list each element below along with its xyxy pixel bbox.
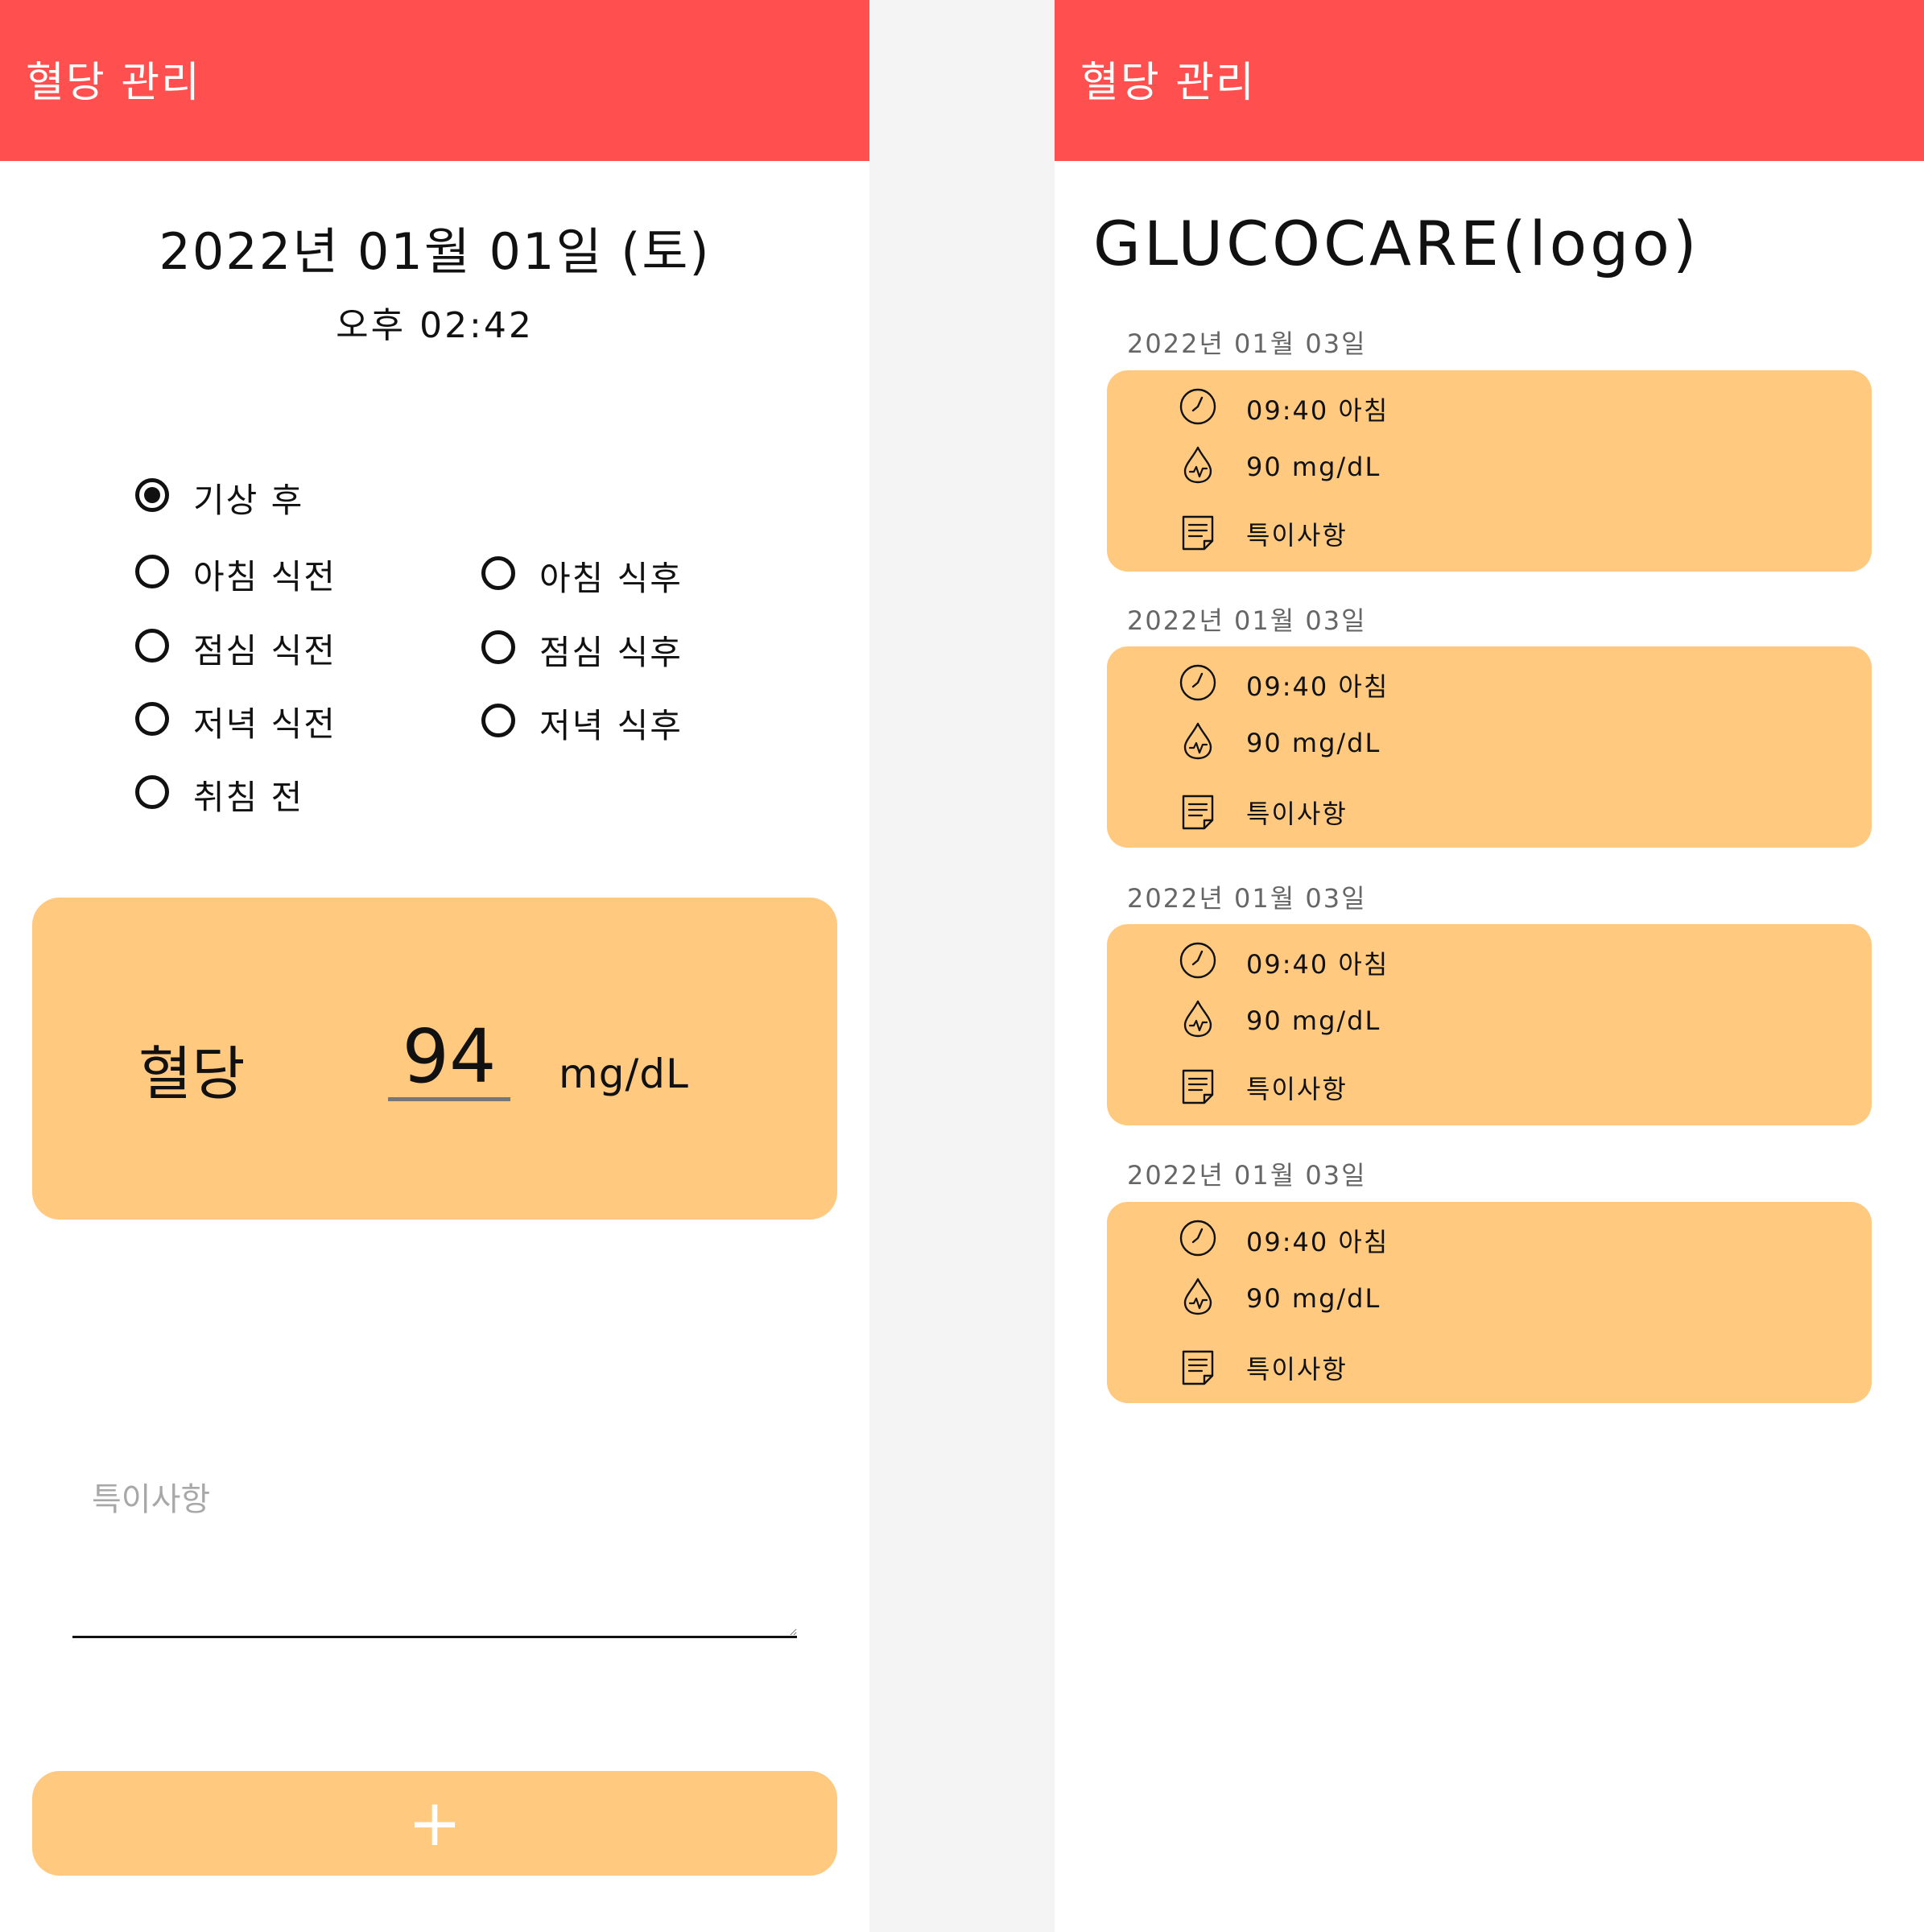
app-bar: 혈당 관리 [0, 0, 869, 161]
memo-icon [1178, 512, 1218, 552]
entry-date: 2022년 01월 03일 [1127, 1160, 1367, 1191]
radio-label: 점심 식후 [539, 633, 683, 672]
blood-drop-icon [1178, 720, 1218, 761]
entry-glucose: 90 mg/dL [1246, 452, 1381, 482]
entry-date: 2022년 01월 03일 [1127, 328, 1367, 359]
entry-date: 2022년 01월 03일 [1127, 883, 1367, 914]
app-bar: 혈당 관리 [1055, 0, 1924, 161]
glucose-value-input[interactable]: 94 [388, 1020, 510, 1101]
date-display: 2022년 01월 01일 (토) [159, 222, 711, 281]
app-logo: GLUCOCARE(logo) [1093, 208, 1700, 279]
entry-glucose: 90 mg/dL [1246, 1283, 1381, 1314]
glucose-card: 혈당 94 mg/dL [32, 898, 837, 1220]
radio-button[interactable] [135, 629, 169, 663]
entry-time: 09:40 아침 [1246, 395, 1389, 426]
radio-label: 저녁 식전 [193, 704, 336, 744]
radio-button[interactable] [135, 478, 169, 512]
entry-card[interactable]: 09:40 아침 90 mg/dL 특이사항 [1107, 924, 1872, 1125]
clock-icon [1178, 663, 1218, 703]
entry-note: 특이사항 [1246, 1354, 1348, 1385]
clock-icon [1178, 1218, 1218, 1258]
entry-card[interactable]: 09:40 아침 90 mg/dL 특이사항 [1107, 646, 1872, 848]
blood-drop-icon [1178, 1276, 1218, 1316]
entry-date: 2022년 01월 03일 [1127, 605, 1367, 636]
memo-icon [1178, 1066, 1218, 1106]
entry-glucose: 90 mg/dL [1246, 728, 1381, 758]
radio-button[interactable] [135, 775, 169, 809]
radio-button[interactable] [481, 556, 515, 590]
entry-time: 09:40 아침 [1246, 1227, 1389, 1257]
clock-icon [1178, 940, 1218, 980]
entry-card[interactable]: 09:40 아침 90 mg/dL 특이사항 [1107, 1202, 1872, 1403]
radio-label: 아침 식후 [539, 559, 683, 598]
radio-label: 아침 식전 [193, 557, 336, 597]
blood-drop-icon [1178, 998, 1218, 1038]
entry-glucose: 90 mg/dL [1246, 1005, 1381, 1036]
clock-icon [1178, 386, 1218, 427]
time-display: 오후 02:42 [336, 305, 534, 346]
input-screen: 혈당 관리 2022년 01월 01일 (토) 오후 02:42 기상 후 아침… [0, 0, 869, 1932]
entry-time: 09:40 아침 [1246, 671, 1389, 702]
entry-note: 특이사항 [1246, 520, 1348, 551]
radio-button[interactable] [135, 555, 169, 588]
radio-button[interactable] [135, 702, 169, 736]
radio-button[interactable] [481, 630, 515, 664]
radio-label: 저녁 식후 [539, 706, 683, 745]
radio-label: 취침 전 [193, 778, 304, 817]
radio-button[interactable] [481, 704, 515, 737]
glucose-unit: mg/dL [559, 1051, 689, 1097]
memo-icon [1178, 791, 1218, 832]
app-bar-title: 혈당 관리 [26, 59, 201, 107]
radio-label: 점심 식전 [193, 631, 336, 671]
app-bar-title: 혈당 관리 [1080, 59, 1256, 107]
history-screen: 혈당 관리 GLUCOCARE(logo) 2022년 01월 03일 09:4… [1055, 0, 1924, 1932]
entry-note: 특이사항 [1246, 1074, 1348, 1104]
memo-icon [1178, 1347, 1218, 1387]
radio-label: 기상 후 [193, 481, 304, 520]
glucose-label: 혈당 [138, 1040, 246, 1108]
blood-drop-icon [1178, 444, 1218, 485]
notes-input[interactable] [72, 1473, 797, 1638]
entry-time: 09:40 아침 [1246, 949, 1389, 980]
entry-note: 특이사항 [1246, 799, 1348, 829]
entry-card[interactable]: 09:40 아침 90 mg/dL 특이사항 [1107, 370, 1872, 572]
add-button[interactable]: + [32, 1771, 837, 1876]
